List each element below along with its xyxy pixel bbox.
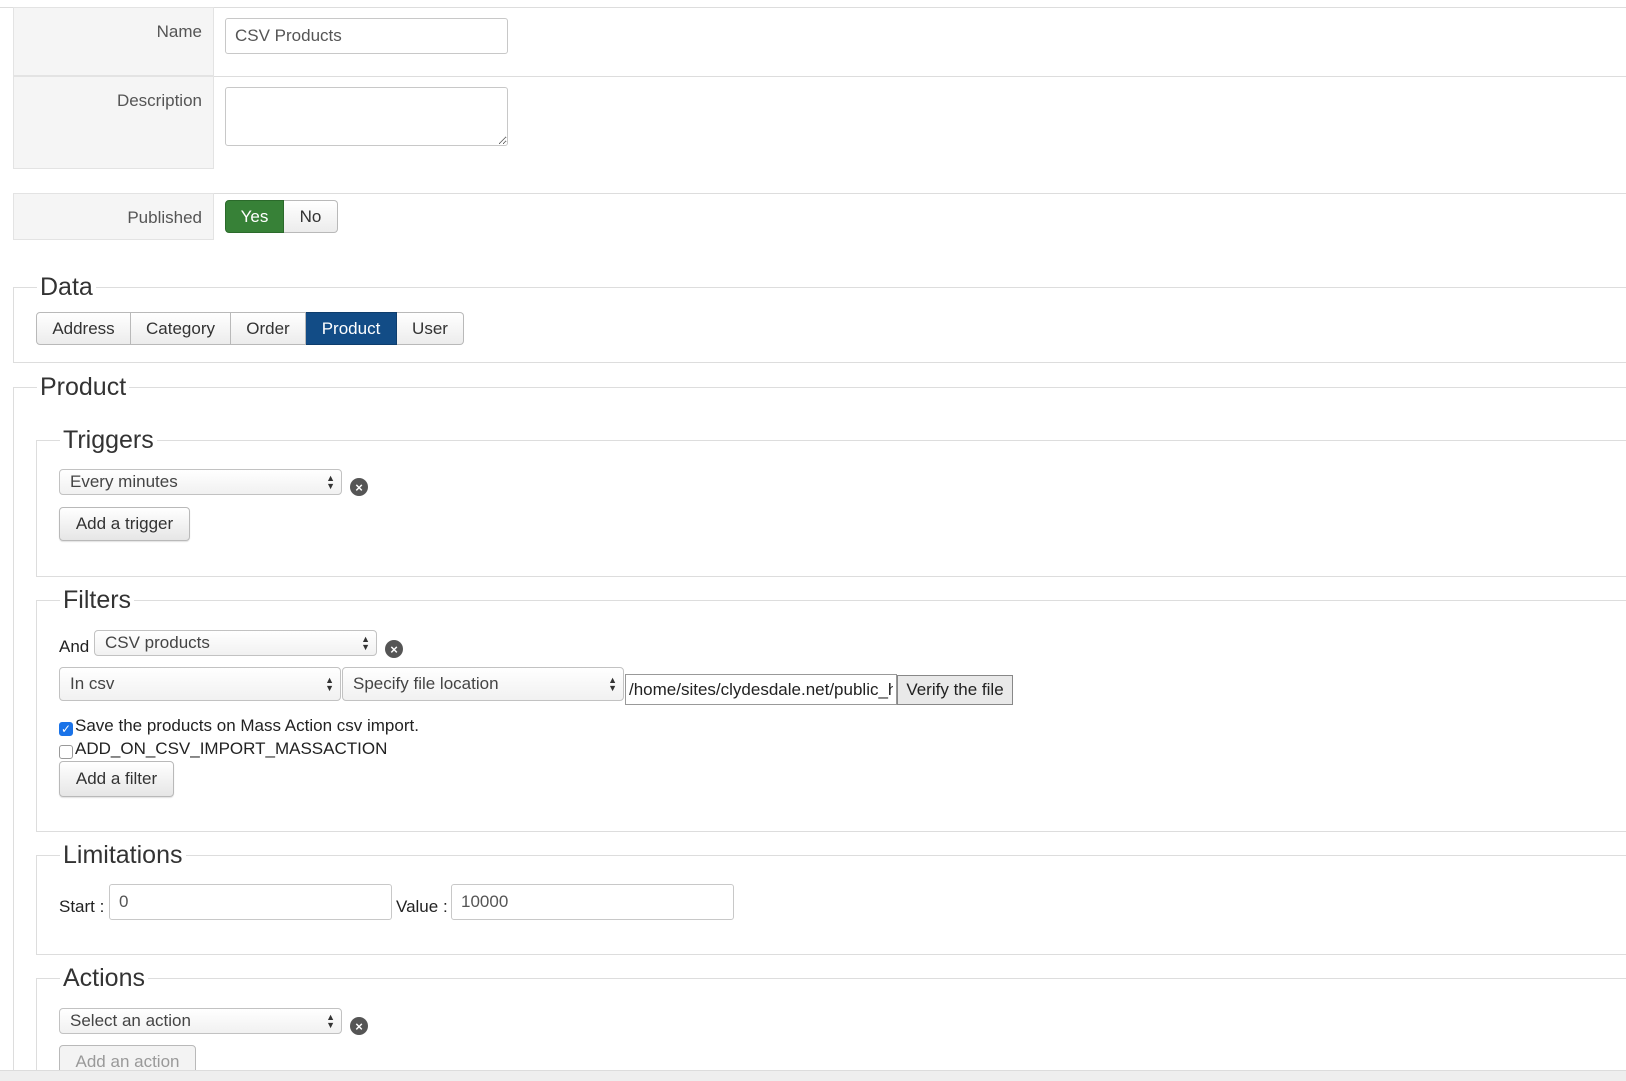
data-legend: Data (37, 275, 96, 300)
bottom-toolbar (0, 1070, 1626, 1081)
description-label: Description (116, 91, 202, 110)
add-trigger-button[interactable]: Add a trigger (59, 507, 190, 541)
file-location-select-value: Specify file location (353, 674, 499, 693)
start-label: Start : (59, 897, 105, 916)
value-input[interactable] (451, 884, 734, 920)
select-arrows-icon: ▲ ▼ (608, 675, 617, 693)
actions-legend: Actions (60, 966, 148, 991)
remove-action-icon[interactable]: × (350, 1017, 368, 1035)
triggers-legend: Triggers (60, 428, 157, 453)
product-legend: Product (37, 375, 130, 400)
save-products-checkbox[interactable]: ✓ (59, 722, 73, 736)
published-toggle: Yes No (225, 200, 338, 233)
file-path-input[interactable] (625, 674, 897, 705)
value-label: Value : (396, 897, 448, 916)
add-on-csv-import-checkbox[interactable] (59, 745, 73, 759)
limitations-legend: Limitations (60, 843, 186, 868)
source-select[interactable]: In csv ▲ ▼ (59, 667, 341, 701)
published-no-button[interactable]: No (284, 200, 338, 233)
tab-address[interactable]: Address (36, 312, 131, 345)
tab-product[interactable]: Product (306, 312, 397, 345)
name-label-cell: Name (13, 7, 214, 76)
start-input[interactable] (109, 884, 392, 920)
and-label: And (59, 637, 90, 656)
filter-type-select-value: CSV products (105, 633, 210, 652)
data-type-tabs: Address Category Order Product User (36, 312, 464, 345)
select-arrows-icon: ▲ ▼ (326, 1012, 335, 1030)
trigger-select-value: Every minutes (70, 472, 178, 491)
select-arrows-icon: ▲ ▼ (325, 675, 334, 693)
remove-trigger-icon[interactable]: × (350, 478, 368, 496)
published-label: Published (127, 208, 202, 227)
verify-file-button[interactable]: Verify the file (897, 675, 1013, 705)
tab-user[interactable]: User (397, 312, 464, 345)
published-yes-button[interactable]: Yes (225, 200, 284, 233)
source-select-value: In csv (70, 674, 115, 693)
description-label-cell: Description (13, 76, 214, 169)
description-textarea[interactable] (225, 87, 508, 146)
published-label-cell: Published (13, 193, 214, 240)
action-select[interactable]: Select an action ▲ ▼ (59, 1008, 342, 1034)
save-products-label: Save the products on Mass Action csv imp… (75, 716, 419, 735)
name-input[interactable] (225, 18, 508, 54)
filters-legend: Filters (60, 588, 135, 613)
select-arrows-icon: ▲ ▼ (361, 634, 370, 652)
add-on-csv-import-label: ADD_ON_CSV_IMPORT_MASSACTION (75, 739, 388, 758)
name-label: Name (156, 22, 202, 41)
remove-filter-icon[interactable]: × (385, 640, 403, 658)
select-arrows-icon: ▲ ▼ (326, 473, 335, 491)
file-location-select[interactable]: Specify file location ▲ ▼ (342, 667, 624, 701)
tab-order[interactable]: Order (231, 312, 306, 345)
trigger-select[interactable]: Every minutes ▲ ▼ (59, 469, 342, 495)
action-select-value: Select an action (70, 1011, 191, 1030)
tab-category[interactable]: Category (131, 312, 231, 345)
filter-type-select[interactable]: CSV products ▲ ▼ (94, 630, 377, 656)
add-filter-button[interactable]: Add a filter (59, 761, 174, 797)
